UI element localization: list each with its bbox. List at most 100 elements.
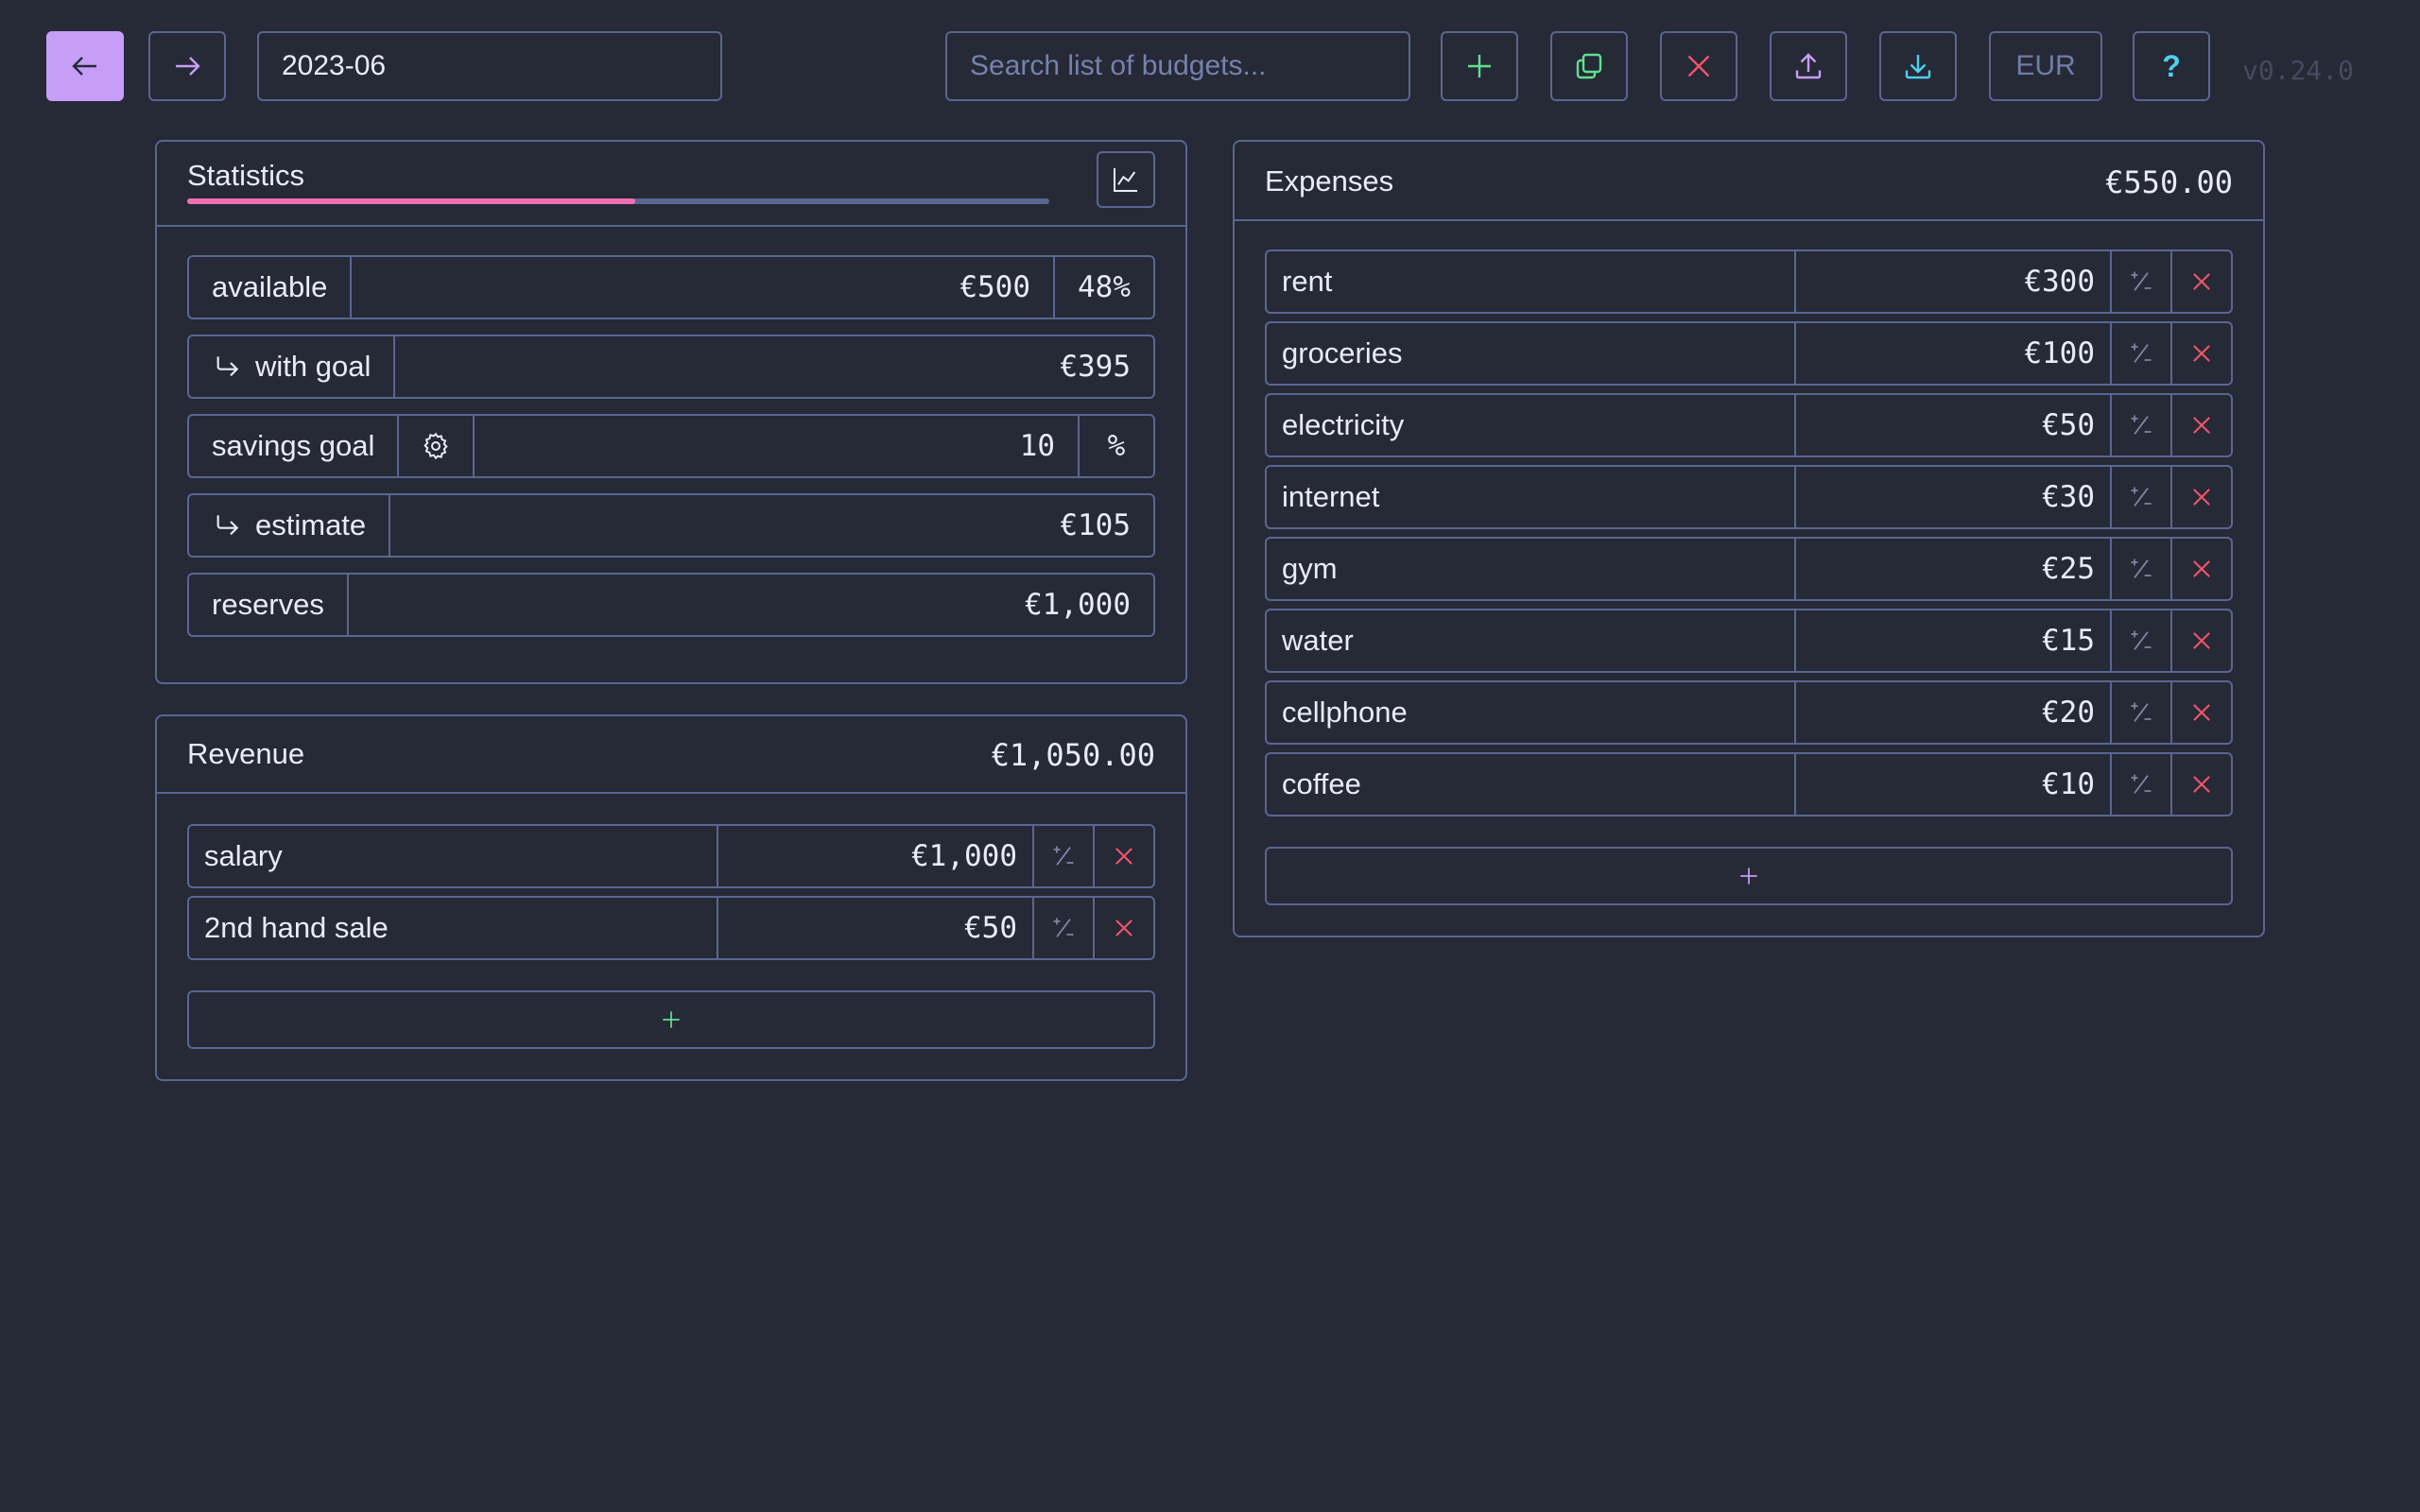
expense-name-input[interactable]: internet — [1267, 467, 1796, 527]
download-icon — [1905, 55, 1931, 79]
toggle-sign-button[interactable] — [2110, 754, 2170, 815]
with-goal-label-cell: with goal — [189, 336, 396, 397]
close-icon — [2193, 273, 2210, 290]
expense-row: water €15 — [1265, 609, 2233, 673]
savings-goal-unit: % — [1078, 416, 1153, 476]
revenue-header: Revenue €1,050.00 — [157, 716, 1185, 794]
stat-row-estimate: estimate €105 — [187, 493, 1155, 558]
expense-amount-input[interactable]: €300 — [1796, 251, 2110, 312]
expense-amount-input[interactable]: €30 — [1796, 467, 2110, 527]
plus-minus-icon — [2131, 774, 2152, 794]
revenue-amount-input[interactable]: €1,000 — [718, 826, 1032, 886]
estimate-label-cell: estimate — [189, 495, 391, 556]
estimate-value: €105 — [1060, 508, 1131, 542]
new-budget-button[interactable] — [1441, 31, 1518, 101]
expense-name-input[interactable]: groceries — [1267, 323, 1796, 384]
expense-amount-input[interactable]: €25 — [1796, 539, 2110, 599]
expense-row: cellphone €20 — [1265, 680, 2233, 745]
plus-minus-icon — [2131, 630, 2152, 650]
toggle-sign-button[interactable] — [2110, 323, 2170, 384]
revenue-panel: Revenue €1,050.00 salary €1,000 2nd hand s… — [155, 714, 1187, 1081]
savings-goal-label: savings goal — [189, 416, 400, 476]
statistics-header: Statistics — [157, 142, 1185, 227]
expense-amount-input[interactable]: €100 — [1796, 323, 2110, 384]
expense-name-input[interactable]: rent — [1267, 251, 1796, 312]
expense-name-input[interactable]: water — [1267, 610, 1796, 671]
expense-name-input[interactable]: coffee — [1267, 754, 1796, 815]
savings-goal-input[interactable]: 10 — [475, 416, 1078, 476]
close-icon — [1115, 848, 1132, 865]
expense-row: internet €30 — [1265, 465, 2233, 529]
delete-expense-button[interactable] — [2170, 467, 2231, 527]
expenses-total: €550.00 — [2105, 164, 2233, 200]
statistics-panel: Statistics available €500 48% with goal … — [155, 140, 1187, 684]
toggle-sign-button[interactable] — [2110, 395, 2170, 455]
savings-goal-settings-button[interactable] — [399, 416, 475, 476]
delete-expense-button[interactable] — [2170, 754, 2231, 815]
stat-row-with-goal: with goal €395 — [187, 335, 1155, 399]
delete-budget-button[interactable] — [1660, 31, 1737, 101]
stat-row-available: available €500 48% — [187, 255, 1155, 319]
add-expense-button[interactable] — [1265, 847, 2233, 905]
reserves-value[interactable]: €1,000 — [349, 575, 1153, 635]
search-budgets-input[interactable] — [945, 31, 1410, 101]
available-percent: 48% — [1053, 257, 1153, 318]
expense-amount-input[interactable]: €10 — [1796, 754, 2110, 815]
expense-amount-input[interactable]: €50 — [1796, 395, 2110, 455]
delete-expense-button[interactable] — [2170, 323, 2231, 384]
revenue-name-input[interactable]: 2nd hand sale — [189, 898, 718, 958]
delete-expense-button[interactable] — [2170, 539, 2231, 599]
import-button[interactable] — [1879, 31, 1957, 101]
help-button[interactable]: ? — [2133, 31, 2210, 101]
expense-amount-input[interactable]: €15 — [1796, 610, 2110, 671]
available-label: available — [189, 257, 353, 318]
plus-minus-icon — [1053, 846, 1074, 866]
expense-name-input[interactable]: cellphone — [1267, 682, 1796, 743]
chart-icon — [1114, 168, 1137, 192]
corner-down-right-icon — [216, 356, 239, 377]
plus-icon — [1468, 55, 1491, 77]
toggle-sign-button[interactable] — [2110, 467, 2170, 527]
add-revenue-button[interactable] — [187, 990, 1155, 1049]
export-button[interactable] — [1770, 31, 1847, 101]
toggle-sign-button[interactable] — [1032, 826, 1093, 886]
expense-name-input[interactable]: electricity — [1267, 395, 1796, 455]
gear-icon — [424, 432, 449, 460]
statistics-title: Statistics — [187, 159, 305, 192]
month-input[interactable] — [257, 31, 722, 101]
revenue-title: Revenue — [187, 737, 305, 770]
plus-icon — [1740, 868, 1757, 885]
delete-expense-button[interactable] — [2170, 251, 2231, 312]
delete-revenue-button[interactable] — [1093, 898, 1153, 958]
toggle-sign-button[interactable] — [2110, 251, 2170, 312]
previous-month-button[interactable] — [46, 31, 124, 101]
version-label: v0.24.0 — [2242, 55, 2355, 86]
upload-icon — [1795, 53, 1822, 79]
expense-amount-input[interactable]: €20 — [1796, 682, 2110, 743]
plus-minus-icon — [2131, 343, 2152, 363]
close-icon — [1687, 55, 1710, 77]
clone-budget-button[interactable] — [1550, 31, 1628, 101]
toggle-sign-button[interactable] — [1032, 898, 1093, 958]
delete-expense-button[interactable] — [2170, 682, 2231, 743]
delete-revenue-button[interactable] — [1093, 826, 1153, 886]
expenses-title: Expenses — [1265, 164, 1394, 198]
revenue-name-input[interactable]: salary — [189, 826, 718, 886]
arrow-right-icon — [176, 57, 200, 76]
delete-expense-button[interactable] — [2170, 610, 2231, 671]
expense-name-input[interactable]: gym — [1267, 539, 1796, 599]
plus-minus-icon — [2131, 271, 2152, 291]
currency-button[interactable]: EUR — [1989, 31, 2102, 101]
budget-progress-bar — [187, 198, 1049, 204]
toggle-sign-button[interactable] — [2110, 539, 2170, 599]
toggle-sign-button[interactable] — [2110, 682, 2170, 743]
next-month-button[interactable] — [148, 31, 226, 101]
with-goal-label: with goal — [255, 350, 372, 383]
estimate-label: estimate — [255, 508, 367, 541]
toggle-sign-button[interactable] — [2110, 610, 2170, 671]
revenue-amount-input[interactable]: €50 — [718, 898, 1032, 958]
chart-button[interactable] — [1097, 151, 1155, 208]
delete-expense-button[interactable] — [2170, 395, 2231, 455]
plus-minus-icon — [2131, 702, 2152, 722]
corner-down-right-icon — [216, 515, 239, 536]
